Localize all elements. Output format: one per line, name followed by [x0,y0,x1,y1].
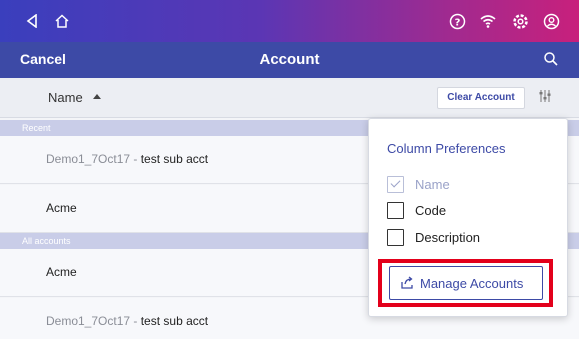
account-label: Demo1_7Oct17 - test sub acct [46,152,209,166]
manage-accounts-label: Manage Accounts [420,276,524,291]
wifi-icon[interactable] [478,11,498,31]
search-icon[interactable] [543,51,561,69]
name-column-header[interactable]: Name [48,90,83,105]
account-screen: ? Account Cancel Name Clear Account Rece… [0,0,579,339]
clear-account-button[interactable]: Clear Account [437,87,525,109]
back-icon[interactable] [22,11,42,31]
export-icon [400,276,414,290]
system-bar: ? [0,0,579,42]
column-header-row: Name Clear Account [0,78,579,118]
sliders-icon[interactable] [538,89,554,105]
option-code[interactable]: Code [387,202,557,222]
account-label: Acme [46,201,77,215]
option-label: Name [415,177,450,192]
sort-ascending-icon[interactable] [93,94,101,99]
account-label: Demo1_7Oct17 - test sub acct [46,314,209,328]
home-icon[interactable] [52,11,72,31]
popup-title: Column Preferences [387,141,506,156]
settings-icon[interactable] [510,11,530,31]
svg-text:?: ? [454,17,460,28]
help-icon[interactable]: ? [447,11,467,31]
option-description[interactable]: Description [387,229,557,249]
cancel-button[interactable]: Cancel [20,51,66,67]
account-icon[interactable] [541,11,561,31]
name-checkbox [387,176,404,193]
page-title: Account [259,51,320,68]
option-label: Code [415,203,447,218]
code-checkbox[interactable] [387,202,404,219]
option-label: Description [415,230,481,245]
description-checkbox[interactable] [387,229,404,246]
manage-accounts-button[interactable]: Manage Accounts [389,266,543,300]
option-name: Name [387,176,557,196]
account-label: Acme [46,265,77,279]
title-bar: Account Cancel [0,42,579,78]
